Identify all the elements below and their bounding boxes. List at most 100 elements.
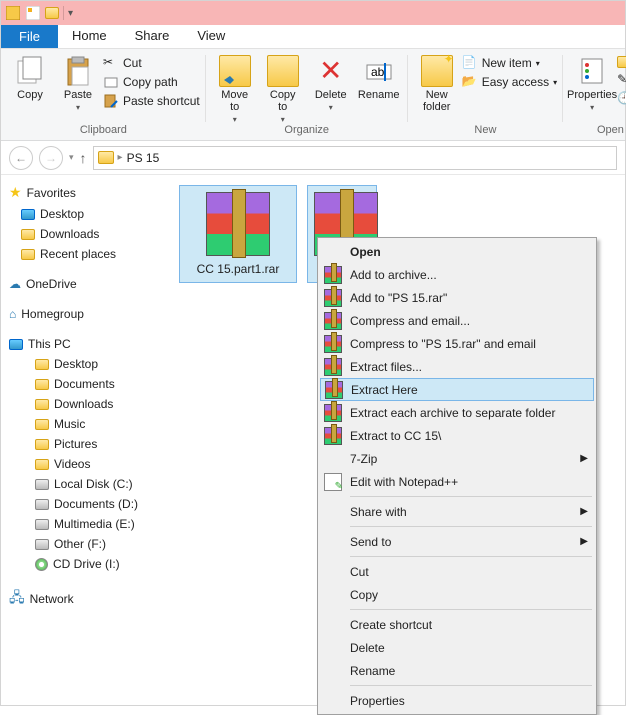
ctx-add-ps15[interactable]: Add to "PS 15.rar": [320, 286, 594, 309]
sidebar-pc-multie[interactable]: Multimedia (E:): [3, 514, 167, 534]
ctx-open[interactable]: Open: [320, 240, 594, 263]
chevron-right-icon: ▶: [580, 536, 588, 547]
up-button[interactable]: ↑: [80, 150, 87, 166]
sidebar-pc-cdi[interactable]: CD Drive (I:): [3, 554, 167, 574]
qat-dropdown-icon[interactable]: ▾: [68, 8, 73, 19]
back-button[interactable]: ←: [9, 146, 33, 170]
history-btn[interactable]: 🕘Hi: [617, 91, 626, 107]
delete-button[interactable]: ✕ Delete▾: [308, 51, 354, 112]
separator: [350, 685, 592, 686]
open-btn[interactable]: Op: [617, 55, 626, 69]
rename-button[interactable]: ab Rename: [356, 51, 402, 101]
copy-to-icon: [267, 55, 299, 87]
paste-button[interactable]: Paste ▾: [55, 51, 101, 112]
copy-path-icon: [103, 74, 119, 90]
tab-home[interactable]: Home: [58, 24, 121, 48]
easy-access-button[interactable]: 📂Easy access ▾: [462, 74, 557, 90]
sidebar-network[interactable]: 🖧Network: [3, 584, 167, 614]
ctx-extract-files[interactable]: Extract files...: [320, 355, 594, 378]
breadcrumb[interactable]: ▸ PS 15: [93, 146, 617, 170]
address-bar: ← → ▾ ↑ ▸ PS 15: [1, 141, 625, 175]
drive-icon: [35, 479, 49, 490]
rar-icon: [325, 381, 343, 399]
paste-shortcut-icon: [103, 93, 119, 109]
sidebar-pc-docsd[interactable]: Documents (D:): [3, 494, 167, 514]
move-to-button[interactable]: Move to▾: [212, 51, 258, 124]
sidebar-pc-music[interactable]: Music: [3, 414, 167, 434]
open-icon: [617, 56, 626, 68]
folder-icon: [35, 399, 49, 410]
history-icon: 🕘: [617, 91, 626, 107]
qat-new-icon[interactable]: [25, 5, 41, 21]
file-item[interactable]: CC 15.part1.rar: [179, 185, 297, 283]
separator: [350, 496, 592, 497]
sidebar-pc-pictures[interactable]: Pictures: [3, 434, 167, 454]
tab-share[interactable]: Share: [121, 24, 184, 48]
chevron-right-icon: ▶: [580, 506, 588, 517]
ctx-share-with[interactable]: Share with▶: [320, 500, 594, 523]
paste-shortcut-button[interactable]: Paste shortcut: [103, 93, 200, 109]
ctx-create-shortcut[interactable]: Create shortcut: [320, 613, 594, 636]
rar-icon: [324, 358, 342, 376]
rar-icon: [324, 427, 342, 445]
ctx-edit-npp[interactable]: ✎Edit with Notepad++: [320, 470, 594, 493]
star-icon: ★: [9, 184, 22, 201]
rar-icon: [324, 312, 342, 330]
forward-button[interactable]: →: [39, 146, 63, 170]
sidebar-pc-documents[interactable]: Documents: [3, 374, 167, 394]
sidebar-pc-desktop[interactable]: Desktop: [3, 354, 167, 374]
sidebar-homegroup[interactable]: ⌂Homegroup: [3, 304, 167, 324]
ctx-extract-here[interactable]: Extract Here: [320, 378, 594, 401]
chevron-down-icon: ▾: [76, 103, 80, 112]
ctx-delete[interactable]: Delete: [320, 636, 594, 659]
sidebar-desktop[interactable]: Desktop: [3, 204, 167, 224]
cut-button[interactable]: ✂Cut: [103, 55, 200, 71]
chevron-right-icon: ▶: [580, 453, 588, 464]
sidebar-pc-localc[interactable]: Local Disk (C:): [3, 474, 167, 494]
ctx-compress-email[interactable]: Compress and email...: [320, 309, 594, 332]
paste-icon: [62, 55, 94, 87]
sidebar-thispc[interactable]: This PC: [3, 334, 167, 354]
ctx-send-to[interactable]: Send to▶: [320, 530, 594, 553]
title-bar: ▾: [1, 1, 625, 25]
sidebar-pc-videos[interactable]: Videos: [3, 454, 167, 474]
navigation-pane: ★Favorites Desktop Downloads Recent plac…: [1, 175, 169, 705]
new-folder-button[interactable]: ✦ New folder: [414, 51, 460, 113]
ctx-cut[interactable]: Cut: [320, 560, 594, 583]
separator: [63, 6, 64, 20]
sidebar-onedrive[interactable]: ☁OneDrive: [3, 274, 167, 294]
sidebar-favorites[interactable]: ★Favorites: [3, 181, 167, 204]
ctx-extract-each[interactable]: Extract each archive to separate folder: [320, 401, 594, 424]
sidebar-downloads[interactable]: Downloads: [3, 224, 167, 244]
tab-view[interactable]: View: [183, 24, 239, 48]
ctx-extract-cc15[interactable]: Extract to CC 15\: [320, 424, 594, 447]
edit-btn[interactable]: ✎Ed: [617, 72, 626, 88]
new-item-button[interactable]: 📄New item ▾: [462, 55, 557, 71]
sidebar-pc-downloads[interactable]: Downloads: [3, 394, 167, 414]
ctx-7zip[interactable]: 7-Zip▶: [320, 447, 594, 470]
ctx-copy[interactable]: Copy: [320, 583, 594, 606]
ribbon-group-clipboard: Copy Paste ▾ ✂Cut Copy path Paste shortc…: [1, 49, 206, 140]
ctx-properties[interactable]: Properties: [320, 689, 594, 712]
qat-open-icon[interactable]: [45, 7, 59, 19]
copy-button[interactable]: Copy: [7, 51, 53, 101]
context-menu: Open Add to archive... Add to "PS 15.rar…: [317, 237, 597, 715]
ctx-add-archive[interactable]: Add to archive...: [320, 263, 594, 286]
sidebar-pc-otherf[interactable]: Other (F:): [3, 534, 167, 554]
tab-file[interactable]: File: [1, 25, 58, 48]
ribbon: Copy Paste ▾ ✂Cut Copy path Paste shortc…: [1, 49, 625, 141]
breadcrumb-segment[interactable]: PS 15: [127, 151, 160, 165]
ribbon-group-open: Properties▾ Op ✎Ed 🕘Hi Open: [563, 49, 626, 140]
rar-icon: [324, 266, 342, 284]
folder-icon: [35, 379, 49, 390]
app-icon: [5, 5, 21, 21]
ribbon-tabs: File Home Share View: [1, 25, 625, 49]
ctx-rename[interactable]: Rename: [320, 659, 594, 682]
copy-to-button[interactable]: Copy to▾: [260, 51, 306, 124]
copy-path-button[interactable]: Copy path: [103, 74, 200, 90]
copy-icon: [14, 55, 46, 87]
ctx-compress-ps15-email[interactable]: Compress to "PS 15.rar" and email: [320, 332, 594, 355]
properties-button[interactable]: Properties▾: [569, 51, 615, 112]
sidebar-recent[interactable]: Recent places: [3, 244, 167, 264]
recent-locations-icon[interactable]: ▾: [69, 152, 74, 163]
